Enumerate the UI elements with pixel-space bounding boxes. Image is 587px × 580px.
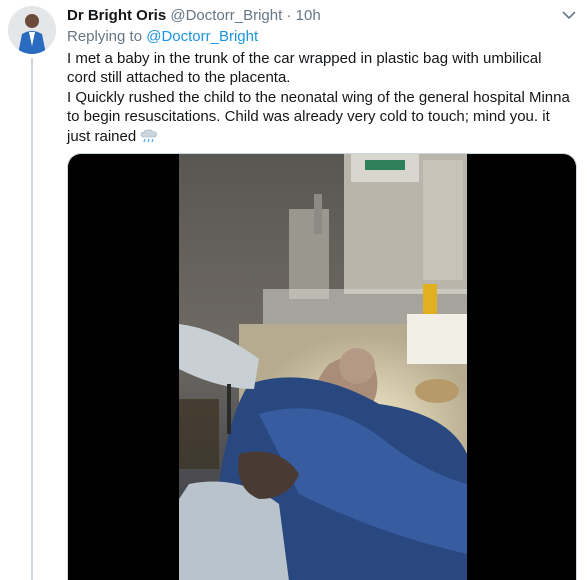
caret-down-icon[interactable] [561, 9, 577, 21]
tweet-content: Dr Bright Oris @Doctorr_Bright · 10h Rep… [67, 6, 577, 149]
video-player[interactable] [67, 153, 577, 580]
thread-connector-line [31, 58, 33, 580]
replying-to: Replying to @Doctorr_Bright [67, 27, 577, 47]
cloud-with-rain-icon [140, 129, 158, 149]
tweet-header: Dr Bright Oris @Doctorr_Bright · 10h [67, 6, 577, 26]
author-handle[interactable]: @Doctorr_Bright [170, 7, 282, 24]
avatar-image [8, 6, 56, 54]
author-name[interactable]: Dr Bright Oris [67, 7, 166, 24]
tweet-text-line1: I met a baby in the trunk of the car wra… [67, 50, 542, 87]
timestamp[interactable]: 10h [296, 7, 321, 24]
separator-dot: · [286, 7, 292, 24]
tweet-text: I met a baby in the trunk of the car wra… [67, 49, 572, 149]
video-frame-image [179, 154, 467, 580]
tweet-text-line2-wrap: I Quickly rushed the child to the neonat… [67, 88, 572, 149]
replying-to-mention[interactable]: @Doctorr_Bright [146, 28, 258, 45]
avatar[interactable] [8, 6, 56, 54]
replying-prefix: Replying to [67, 28, 143, 45]
